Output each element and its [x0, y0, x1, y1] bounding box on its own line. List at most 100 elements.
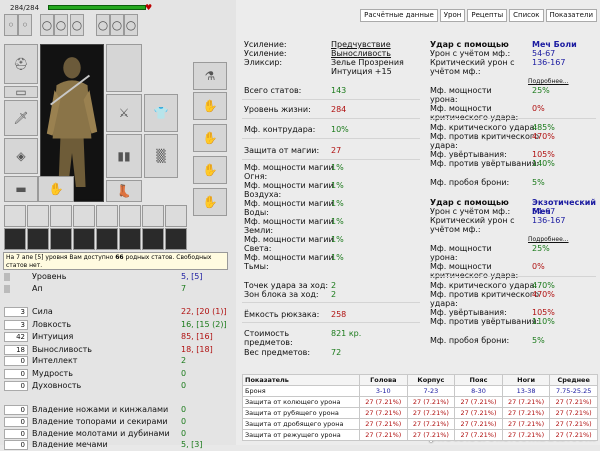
- crit-power-label: Мф. мощности: [430, 262, 492, 271]
- stat-value: 7: [181, 284, 187, 293]
- bag-slot[interactable]: [4, 205, 26, 227]
- anticrit-label: Мф. против критического: [430, 290, 539, 299]
- stat-value: 5, [3]: [181, 440, 203, 449]
- boost-value[interactable]: Предчувствие: [331, 40, 391, 49]
- scroll-icon: ✋: [202, 163, 218, 177]
- bag-slot[interactable]: [142, 228, 164, 250]
- scroll-icon: ✋: [202, 195, 218, 209]
- bag-slot[interactable]: [27, 228, 49, 250]
- helmet-slot[interactable]: ⛑: [4, 44, 38, 84]
- stat-input[interactable]: 0: [4, 405, 28, 415]
- table-cell: 27 (7.21%): [406, 407, 456, 419]
- divider: [242, 118, 420, 119]
- pants-slot[interactable]: ▮▮: [106, 134, 142, 178]
- bracer-slot[interactable]: ▭: [4, 85, 38, 99]
- bag-slot[interactable]: [142, 205, 164, 227]
- stat-input[interactable]: 0: [4, 356, 28, 366]
- anticrit-label: Мф. против критического: [430, 132, 539, 141]
- anticrit-label: удара:: [430, 299, 458, 308]
- tab-recipes[interactable]: Рецепты: [467, 9, 508, 22]
- table-cell: 27 (7.21%): [501, 418, 551, 430]
- bag-slot[interactable]: [119, 205, 141, 227]
- tab-calculated[interactable]: Расчётные данные: [360, 9, 438, 22]
- tab-damage[interactable]: Урон: [439, 9, 466, 22]
- bag-slot[interactable]: [50, 205, 72, 227]
- damage-label: Урон с учётом мф.:: [430, 49, 511, 58]
- ring-slot-4[interactable]: ○: [96, 14, 110, 36]
- potion-slot[interactable]: ⚗: [193, 62, 227, 90]
- damage-value: 54-67: [532, 207, 556, 216]
- boost-label: Усиление:: [244, 40, 287, 49]
- power-label: урона:: [430, 253, 458, 262]
- stat-name: Ап: [32, 284, 43, 293]
- gloves-slot[interactable]: ✋: [38, 176, 74, 202]
- antidodge-label: Мф. против увёртывания:: [430, 317, 540, 326]
- cloak-slot[interactable]: ▒: [144, 134, 178, 178]
- more-link[interactable]: Подробнее...: [528, 77, 569, 86]
- ring-slot-1[interactable]: ○: [40, 14, 54, 36]
- hp-bar: 284/284 ♥: [6, 3, 234, 12]
- divider: [242, 159, 420, 160]
- scroll-icon: ✋: [202, 99, 218, 113]
- stat-input[interactable]: 0: [4, 429, 28, 439]
- bag-slot[interactable]: [165, 205, 187, 227]
- shield-slot[interactable]: [106, 44, 142, 92]
- bag-slot[interactable]: [96, 205, 118, 227]
- shirt-slot[interactable]: 👕: [144, 94, 178, 132]
- table-cell: 27 (7.21%): [359, 407, 408, 419]
- bag-slot[interactable]: [73, 205, 95, 227]
- stat-name: Владение мечами: [32, 440, 108, 449]
- scroll-slot-3[interactable]: ✋: [193, 156, 227, 184]
- bag-slot[interactable]: [119, 228, 141, 250]
- armor-slot[interactable]: ◈: [4, 138, 38, 174]
- ring-slot-2[interactable]: ○: [54, 14, 68, 36]
- dodge-label: Мф. увёртывания:: [430, 150, 507, 159]
- belt-slot[interactable]: ▬: [4, 176, 38, 202]
- stat-input[interactable]: 3: [4, 307, 28, 317]
- magic-value: 1%: [331, 253, 344, 262]
- tab-list[interactable]: Список: [509, 9, 544, 22]
- bag-slot[interactable]: [27, 205, 49, 227]
- table-cell: 27 (7.21%): [454, 407, 503, 419]
- bag-slot[interactable]: [4, 228, 26, 250]
- bag-slot[interactable]: [73, 228, 95, 250]
- dodge-value: 105%: [532, 150, 555, 159]
- table-body: Броня 3-10 7-23 8-30 13-38 7.75-25.25 Защита о…: [242, 385, 598, 441]
- magic-label: Воздуха:: [244, 190, 282, 199]
- bag-slot[interactable]: [50, 228, 72, 250]
- info-value: 10%: [331, 125, 349, 134]
- ring-slot-6[interactable]: ○: [124, 14, 138, 36]
- ring-slot-5[interactable]: ○: [110, 14, 124, 36]
- scroll-slot-1[interactable]: ✋: [193, 92, 227, 120]
- bag-slot[interactable]: [96, 228, 118, 250]
- bag-slot[interactable]: [165, 228, 187, 250]
- stat-value: 22, [20 (1)]: [181, 307, 227, 316]
- stat-input[interactable]: 0: [4, 369, 28, 379]
- weapon-name[interactable]: Меч Боли: [532, 40, 577, 49]
- weapon-slot[interactable]: 🗡: [4, 100, 38, 136]
- stat-input[interactable]: 0: [4, 440, 28, 450]
- magic-label: Мф. мощности магии: [244, 163, 334, 172]
- stat-input[interactable]: 3: [4, 320, 28, 330]
- boots-slot[interactable]: 👢: [106, 180, 142, 202]
- stat-input[interactable]: 0: [4, 417, 28, 427]
- more-link[interactable]: Подробнее...: [528, 235, 569, 244]
- ring-slot-3[interactable]: ○: [70, 14, 84, 36]
- boost-value[interactable]: Выносливость: [331, 49, 391, 58]
- tab-indicators[interactable]: Показатели: [545, 9, 597, 22]
- stat-name: Сила: [32, 307, 53, 316]
- scroll-slot-2[interactable]: ✋: [193, 124, 227, 152]
- stat-input[interactable]: 0: [4, 381, 28, 391]
- divider: [430, 276, 596, 277]
- stat-row: 0 Владение топорами и секирами 0: [4, 417, 232, 428]
- stat-value: 85, [16]: [181, 332, 213, 341]
- offhand-slot[interactable]: ⚔: [106, 94, 142, 132]
- scroll-slot-4[interactable]: ✋: [193, 188, 227, 216]
- stat-input[interactable]: 18: [4, 345, 28, 355]
- necklace-slot[interactable]: ◦: [18, 14, 32, 36]
- shirt-icon: 👕: [153, 106, 169, 120]
- earring-slot[interactable]: ◦: [4, 14, 18, 36]
- stat-input[interactable]: 42: [4, 332, 28, 342]
- magic-label: Земли:: [244, 226, 274, 235]
- weight-value: 72: [331, 348, 342, 357]
